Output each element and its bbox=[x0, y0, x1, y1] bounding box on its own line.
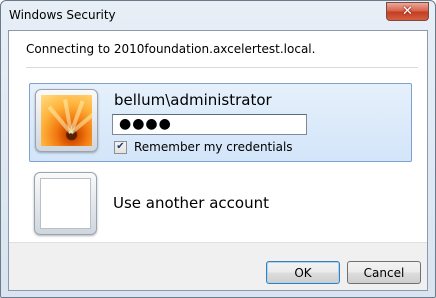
remember-credentials-checkbox[interactable]: ✔ bbox=[114, 140, 127, 154]
remember-credentials-label[interactable]: Remember my credentials bbox=[134, 140, 293, 154]
checkmark-icon: ✔ bbox=[116, 141, 125, 152]
password-field[interactable]: ●●●● bbox=[112, 114, 307, 135]
user-avatar bbox=[41, 95, 92, 146]
account-tile-selected[interactable]: bellum\administrator ●●●● ✔ Remember my … bbox=[29, 83, 412, 162]
dialog-content: Connecting to 2010foundation.axcelertest… bbox=[8, 30, 428, 291]
use-another-account-label: Use another account bbox=[113, 194, 269, 212]
use-another-account-tile[interactable]: Use another account bbox=[29, 166, 412, 235]
title-bar[interactable]: Windows Security ✕ bbox=[1, 1, 435, 31]
button-bar: OK Cancel bbox=[9, 242, 427, 290]
close-button[interactable]: ✕ bbox=[386, 2, 429, 21]
close-icon: ✕ bbox=[402, 4, 413, 19]
user-avatar-frame bbox=[35, 89, 98, 152]
connecting-message: Connecting to 2010foundation.axcelertest… bbox=[26, 42, 316, 56]
windows-security-dialog: Windows Security ✕ Connecting to 2010fou… bbox=[0, 0, 436, 298]
account-username: bellum\administrator bbox=[114, 91, 272, 109]
remember-credentials-row[interactable]: ✔ Remember my credentials bbox=[114, 140, 293, 154]
blank-avatar-frame bbox=[34, 172, 97, 235]
ok-button[interactable]: OK bbox=[266, 261, 340, 284]
cancel-button[interactable]: Cancel bbox=[347, 261, 421, 284]
blank-avatar bbox=[40, 178, 91, 229]
window-title: Windows Security bbox=[9, 8, 116, 22]
separator bbox=[26, 67, 418, 68]
